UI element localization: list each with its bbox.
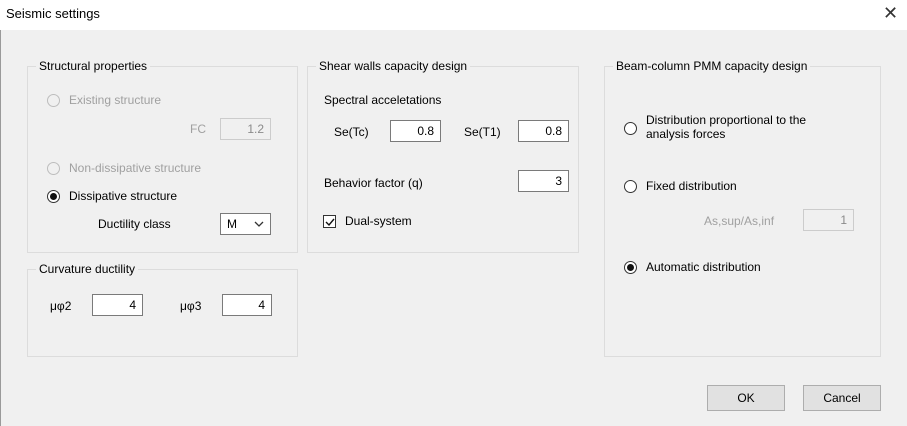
close-icon[interactable]: ✕ (883, 3, 898, 24)
se-tc-label: Se(Tc) (334, 125, 369, 139)
mu-phi2-input[interactable]: 4 (92, 294, 143, 316)
ductility-class-label: Ductility class (98, 217, 171, 231)
automatic-distribution-radio[interactable] (624, 261, 637, 274)
dual-system-label: Dual-system (345, 214, 412, 228)
ductility-class-value: M (227, 217, 237, 231)
dissipative-structure-label: Dissipative structure (69, 189, 178, 203)
se-tc-input[interactable]: 0.8 (390, 120, 441, 142)
cancel-button[interactable]: Cancel (803, 385, 881, 411)
distribution-proportional-label-line2: analysis forces (646, 127, 726, 141)
distribution-proportional-label-line1: Distribution proportional to the (646, 113, 807, 127)
fc-input[interactable]: 1.2 (220, 118, 271, 140)
fc-label: FC (190, 122, 206, 136)
behavior-factor-input[interactable]: 3 (518, 170, 569, 192)
ductility-class-select[interactable]: M (220, 213, 271, 235)
existing-structure-radio[interactable] (47, 94, 60, 107)
mu-phi2-label: μφ2 (50, 299, 72, 313)
dual-system-checkbox[interactable] (323, 215, 336, 228)
beam-column-title: Beam-column PMM capacity design (613, 59, 811, 73)
radio-selected-dot (50, 193, 57, 200)
chevron-down-icon (254, 221, 264, 227)
spectral-accelerations-label: Spectral acceletations (324, 93, 442, 107)
behavior-factor-label: Behavior factor (q) (324, 176, 423, 190)
as-ratio-label: As,sup/As,inf (704, 214, 775, 228)
as-ratio-input[interactable]: 1 (803, 209, 854, 231)
radio-selected-dot (627, 264, 634, 271)
window-border (0, 30, 1, 426)
non-dissipative-structure-radio[interactable] (47, 162, 60, 175)
se-t1-label: Se(T1) (464, 125, 501, 139)
non-dissipative-structure-label: Non-dissipative structure (69, 161, 202, 175)
dissipative-structure-radio[interactable] (47, 190, 60, 203)
distribution-proportional-radio[interactable] (624, 122, 637, 135)
mu-phi3-label: μφ3 (180, 299, 202, 313)
mu-phi3-input[interactable]: 4 (222, 294, 272, 316)
automatic-distribution-label: Automatic distribution (646, 260, 761, 274)
shear-walls-title: Shear walls capacity design (316, 59, 471, 73)
window-title: Seismic settings (6, 6, 100, 21)
checkmark-icon (325, 218, 335, 227)
fixed-distribution-label: Fixed distribution (646, 179, 737, 193)
fixed-distribution-radio[interactable] (624, 180, 637, 193)
title-bar: Seismic settings ✕ (0, 0, 907, 30)
existing-structure-label: Existing structure (69, 93, 162, 107)
ok-button[interactable]: OK (707, 385, 785, 411)
structural-properties-title: Structural properties (36, 59, 151, 73)
se-t1-input[interactable]: 0.8 (518, 120, 569, 142)
curvature-ductility-title: Curvature ductility (36, 262, 139, 276)
